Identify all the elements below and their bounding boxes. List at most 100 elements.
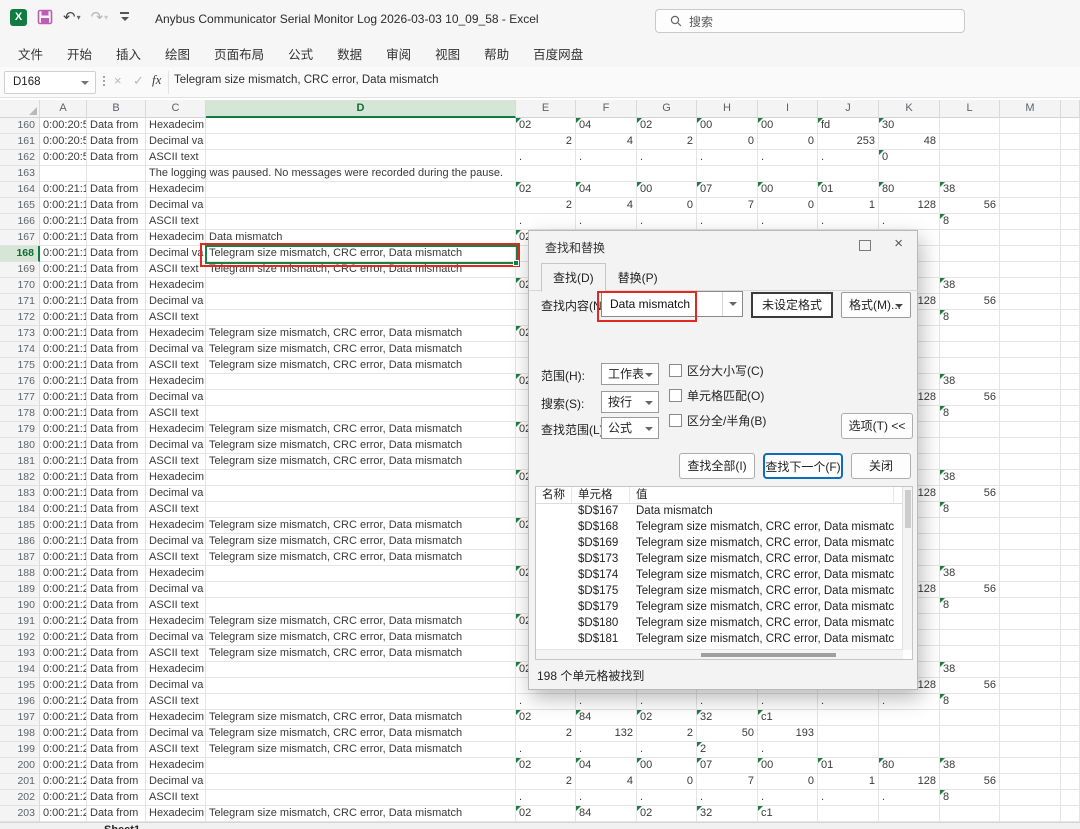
cell[interactable]: 0 (758, 198, 818, 214)
cell[interactable]: Data from (87, 262, 146, 278)
cell[interactable]: . (637, 742, 697, 758)
cell[interactable]: 132 (576, 726, 637, 742)
cell[interactable]: Data from (87, 294, 146, 310)
cell[interactable] (1000, 646, 1061, 662)
cell[interactable]: Data from (87, 758, 146, 774)
search-order-select[interactable]: 按行 (601, 391, 659, 413)
cell[interactable]: 0:00:21:18. (40, 550, 87, 566)
cell[interactable]: 0:00:21:17. (40, 390, 87, 406)
cell[interactable]: . (758, 214, 818, 230)
cell[interactable]: Hexadecim (146, 374, 206, 390)
cell[interactable] (1000, 678, 1061, 694)
column-header-F[interactable]: F (576, 100, 637, 118)
cell[interactable]: . (758, 150, 818, 166)
row-header-172[interactable]: 172 (0, 310, 40, 326)
customize-quick-access-icon[interactable] (118, 11, 132, 23)
cell[interactable]: 253 (818, 134, 879, 150)
row-header-184[interactable]: 184 (0, 502, 40, 518)
cell[interactable]: 0:00:21:22. (40, 806, 87, 822)
row-header-196[interactable]: 196 (0, 694, 40, 710)
cell[interactable]: . (516, 214, 576, 230)
cell[interactable]: Hexadecim (146, 566, 206, 582)
result-row[interactable]: $D$173Telegram size mismatch, CRC error,… (536, 552, 912, 568)
cell[interactable] (940, 454, 1000, 470)
cell[interactable]: 0:00:21:16. (40, 326, 87, 342)
cell[interactable]: Telegram size mismatch, CRC error, Data … (206, 630, 516, 646)
column-header-E[interactable]: E (516, 100, 576, 118)
row-header-185[interactable]: 185 (0, 518, 40, 534)
format-button[interactable]: 格式(M)... (841, 292, 911, 318)
cell[interactable]: Data from (87, 438, 146, 454)
cell[interactable] (879, 726, 940, 742)
cell[interactable]: c1 (758, 806, 818, 822)
cell[interactable]: Data from (87, 614, 146, 630)
cell[interactable]: 0:00:21:21. (40, 678, 87, 694)
checkbox-match-entire-cell[interactable]: 单元格匹配(O) (669, 387, 764, 404)
cell[interactable]: Data from (87, 470, 146, 486)
cell[interactable]: 38 (940, 374, 1000, 390)
row-header-183[interactable]: 183 (0, 486, 40, 502)
cell[interactable]: Hexadecim (146, 806, 206, 822)
cell[interactable] (1000, 390, 1061, 406)
ribbon-tab-formulas[interactable]: 公式 (276, 40, 325, 67)
cell[interactable] (1000, 406, 1061, 422)
cell[interactable] (206, 182, 516, 198)
cell[interactable]: Hexadecim (146, 518, 206, 534)
cell[interactable]: 0:00:21:20. (40, 598, 87, 614)
cell[interactable]: . (576, 150, 637, 166)
cell[interactable]: Decimal va (146, 390, 206, 406)
column-header-D[interactable]: D (206, 100, 516, 118)
row-header-177[interactable]: 177 (0, 390, 40, 406)
cell[interactable] (1000, 326, 1061, 342)
cell[interactable]: ASCII text (146, 406, 206, 422)
row-header-200[interactable]: 200 (0, 758, 40, 774)
cell[interactable]: Data from (87, 502, 146, 518)
row-header-165[interactable]: 165 (0, 198, 40, 214)
result-row[interactable]: $D$167Data mismatch (536, 504, 912, 520)
cell[interactable]: Hexadecim (146, 230, 206, 246)
cell[interactable]: 0:00:21:21. (40, 710, 87, 726)
cell[interactable]: 04 (576, 118, 637, 134)
cell[interactable]: Data from (87, 422, 146, 438)
row-header-167[interactable]: 167 (0, 230, 40, 246)
cell[interactable]: . (818, 694, 879, 710)
cell[interactable]: 0:00:21:21. (40, 662, 87, 678)
cell[interactable] (206, 598, 516, 614)
cell[interactable]: 0:00:21:15. (40, 246, 87, 262)
cell[interactable]: Hexadecim (146, 182, 206, 198)
column-header-M[interactable]: M (1000, 100, 1061, 118)
cell[interactable]: Data from (87, 118, 146, 134)
cell[interactable]: 0 (637, 198, 697, 214)
column-header-L[interactable]: L (940, 100, 1000, 118)
cell[interactable]: 0:00:21:15. (40, 230, 87, 246)
cell[interactable] (818, 166, 879, 182)
cell[interactable] (940, 262, 1000, 278)
column-header-H[interactable]: H (697, 100, 758, 118)
cell[interactable]: Hexadecim (146, 758, 206, 774)
cell[interactable]: Telegram size mismatch, CRC error, Data … (206, 358, 516, 374)
cell[interactable]: . (576, 214, 637, 230)
cell[interactable]: 0:00:21:15. (40, 262, 87, 278)
cell[interactable]: 0:00:21:15. (40, 198, 87, 214)
cell[interactable] (1000, 726, 1061, 742)
cell[interactable] (87, 166, 146, 182)
cell[interactable] (940, 742, 1000, 758)
cell[interactable]: Decimal va (146, 342, 206, 358)
cell[interactable] (1000, 582, 1061, 598)
cell[interactable] (206, 134, 516, 150)
cell[interactable]: 38 (940, 566, 1000, 582)
cell[interactable]: Telegram size mismatch, CRC error, Data … (206, 454, 516, 470)
row-header-198[interactable]: 198 (0, 726, 40, 742)
cell[interactable]: ASCII text (146, 550, 206, 566)
cell[interactable]: 2 (516, 198, 576, 214)
find-next-button[interactable]: 查找下一个(F) (763, 453, 843, 479)
cell[interactable]: Data from (87, 518, 146, 534)
cell[interactable]: 0 (758, 134, 818, 150)
cell[interactable] (1000, 502, 1061, 518)
row-header-160[interactable]: 160 (0, 118, 40, 134)
cell[interactable]: Decimal va (146, 246, 206, 262)
cell[interactable] (940, 806, 1000, 822)
cell[interactable] (940, 230, 1000, 246)
cell[interactable]: Hexadecim (146, 422, 206, 438)
cancel-icon[interactable]: × (114, 73, 122, 88)
